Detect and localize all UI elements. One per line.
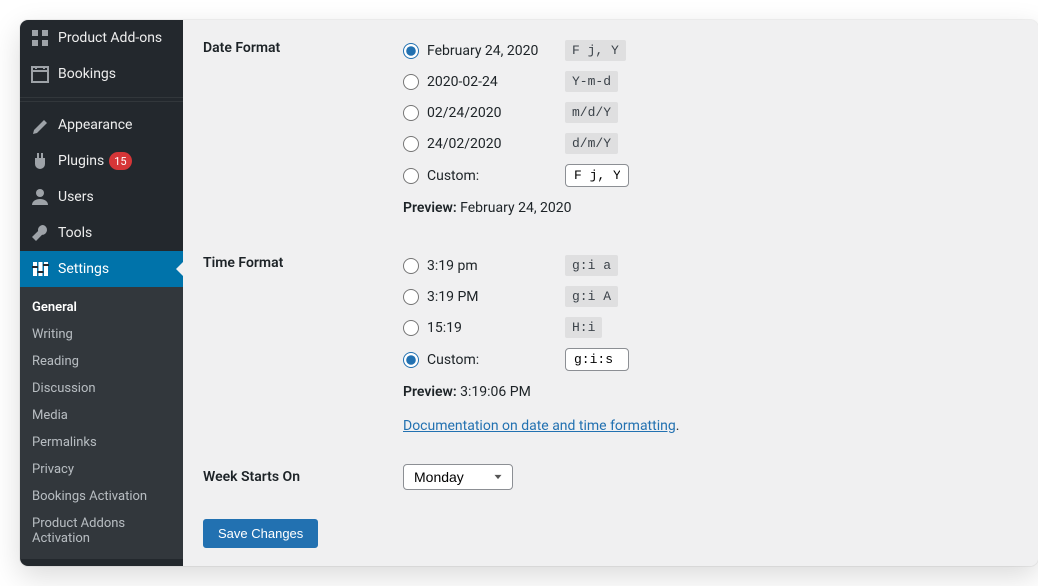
date-format-custom-radio[interactable] [403,168,419,184]
menu-item-product-add-ons[interactable]: Product Add-ons [20,20,183,56]
users-icon [30,187,50,207]
time-format-radio[interactable] [403,289,419,305]
tools-icon [30,223,50,243]
appearance-icon [30,115,50,135]
menu-item-appearance[interactable]: Appearance [20,107,183,143]
time-format-code: g:i a [565,255,618,276]
date-format-example: February 24, 2020 [427,43,557,59]
date-format-code: F j, Y [565,40,626,61]
time-format-example: 15:19 [427,320,557,336]
submenu-item-media[interactable]: Media [20,402,183,429]
date-format-radio[interactable] [403,43,419,59]
time-format-code: H:i [565,317,602,338]
date-format-radio[interactable] [403,74,419,90]
date-format-heading: Date Format [203,20,403,235]
menu-label: Users [58,189,94,205]
submenu-item-discussion[interactable]: Discussion [20,375,183,402]
submenu-item-privacy[interactable]: Privacy [20,456,183,483]
menu-label: Appearance [58,117,132,133]
menu-item-tools[interactable]: Tools [20,215,183,251]
settings-content: Date Format February 24, 2020 F j, Y 2020-… [183,20,1038,566]
update-badge: 15 [109,152,131,170]
save-button[interactable]: Save Changes [203,519,318,548]
menu-label: Plugins [58,153,104,169]
time-format-custom-input[interactable] [565,348,629,371]
date-format-radio[interactable] [403,105,419,121]
date-format-radio[interactable] [403,136,419,152]
settings-submenu: GeneralWritingReadingDiscussionMediaPerm… [20,287,183,559]
submenu-item-permalinks[interactable]: Permalinks [20,429,183,456]
submenu-item-bookings-activation[interactable]: Bookings Activation [20,483,183,510]
date-format-custom-input[interactable] [565,164,629,187]
date-format-code: m/d/Y [565,102,618,123]
submenu-item-reading[interactable]: Reading [20,348,183,375]
addons-icon [30,28,50,48]
time-format-example: 3:19 PM [427,289,557,305]
doc-link-date-time[interactable]: Documentation on date and time formattin… [403,418,676,434]
time-format-heading: Time Format [203,235,403,449]
settings-icon [30,259,50,279]
time-format-radio[interactable] [403,320,419,336]
date-format-example: 2020-02-24 [427,74,557,90]
admin-sidebar: Product Add-ons Bookings Appearance Plugins… [20,20,183,566]
submenu-item-product-addons-activation[interactable]: Product Addons Activation [20,510,183,552]
date-format-example: 02/24/2020 [427,105,557,121]
week-starts-heading: Week Starts On [203,449,403,505]
date-format-code: d/m/Y [565,133,618,154]
time-format-radio[interactable] [403,258,419,274]
date-format-code: Y-m-d [565,71,618,92]
submenu-item-writing[interactable]: Writing [20,321,183,348]
calendar-icon [30,64,50,84]
time-format-custom-radio[interactable] [403,352,419,368]
date-format-example: 24/02/2020 [427,136,557,152]
menu-item-users[interactable]: Users [20,179,183,215]
time-format-example: 3:19 pm [427,258,557,274]
time-format-code: g:i A [565,286,618,307]
menu-item-bookings[interactable]: Bookings [20,56,183,92]
menu-label: Product Add-ons [58,30,162,46]
plugins-icon [30,151,50,171]
week-starts-select[interactable]: Monday [403,464,513,490]
date-preview-value: February 24, 2020 [460,200,571,216]
time-preview-value: 3:19:06 PM [460,384,531,400]
date-format-custom-label: Custom: [427,168,557,184]
date-preview-label: Preview: [403,200,457,216]
menu-label: Tools [58,225,92,241]
submenu-item-general[interactable]: General [20,294,183,321]
time-preview-label: Preview: [403,384,457,400]
menu-label: Settings [58,261,109,277]
menu-label: Bookings [58,66,116,82]
menu-item-plugins[interactable]: Plugins 15 [20,143,183,179]
time-format-custom-label: Custom: [427,352,557,368]
menu-item-settings[interactable]: Settings [20,251,183,287]
